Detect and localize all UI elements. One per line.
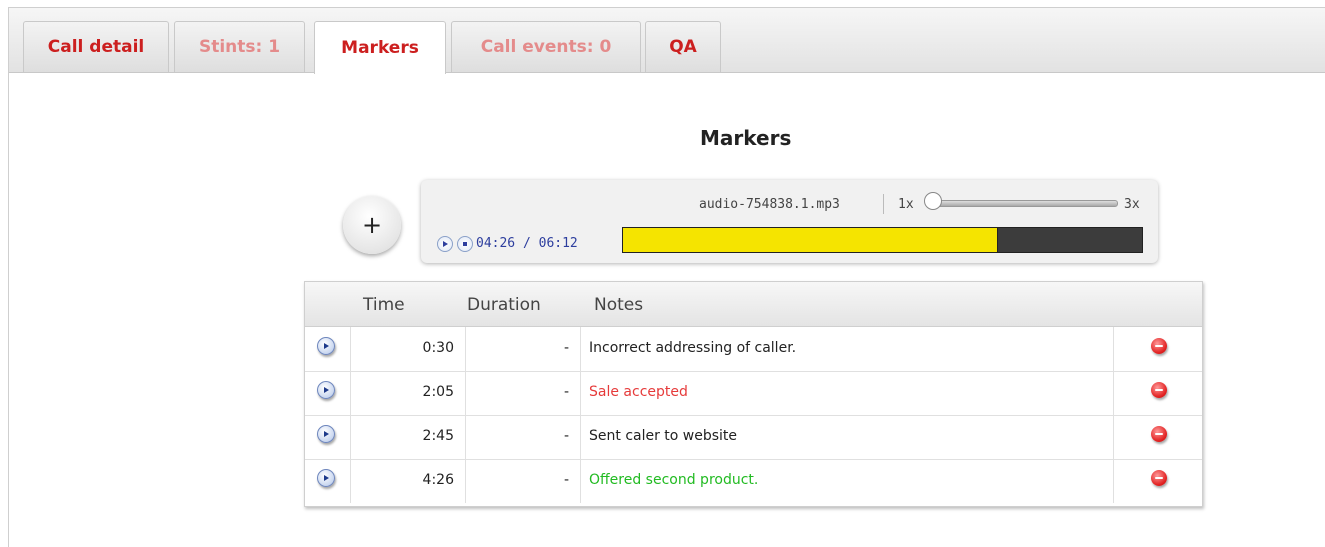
duration-cell: - [465,371,580,415]
tab-markers[interactable]: Markers [314,21,446,74]
marker-duration: - [563,472,569,488]
player-play-button[interactable] [437,236,453,252]
marker-time: 0:30 [422,340,454,356]
delete-cell [1113,327,1201,371]
time-cell: 2:05 [350,371,465,415]
minus-circle-icon[interactable] [1151,426,1167,442]
row-play-cell [305,327,350,371]
play-marker-button[interactable] [317,425,335,443]
tab-label: Markers [341,38,419,58]
audio-filename: audio-754838.1.mp3 [699,197,840,212]
speed-slider[interactable] [929,200,1118,207]
tab-call-detail[interactable]: Call detail [23,21,169,72]
marker-time: 2:45 [422,428,454,444]
player-stop-button[interactable] [457,236,473,252]
row-play-cell [305,459,350,503]
delete-cell [1113,459,1201,503]
play-circle-icon [324,343,329,349]
marker-duration: - [563,428,569,444]
tab-label: Stints: 1 [198,37,281,57]
tab-label: Call events: 0 [480,37,612,57]
speed-min-label: 1x [898,197,914,212]
tab-call-events[interactable]: Call events: 0 [451,21,641,72]
marker-note: Sent caler to website [589,428,738,444]
minus-circle-icon[interactable] [1151,338,1167,354]
time-display: 04:26 / 06:12 [476,236,578,251]
tab-label: Call detail [47,37,145,57]
play-marker-button[interactable] [317,337,335,355]
tab-stints[interactable]: Stints: 1 [174,21,305,72]
speed-slider-handle[interactable] [924,192,942,210]
marker-time: 4:26 [422,472,454,488]
marker-note: Offered second product. [589,472,759,488]
marker-note: Incorrect addressing of caller. [589,340,797,356]
play-circle-icon [324,431,329,437]
duration-cell: - [465,327,580,371]
notes-cell: Sent caler to website [580,415,1113,459]
tab-qa[interactable]: QA [645,21,721,72]
add-marker-button[interactable]: + [343,196,401,254]
marker-note: Sale accepted [589,384,688,400]
play-circle-icon [324,475,329,481]
notes-cell: Sale accepted [580,371,1113,415]
marker-duration: - [563,384,569,400]
progress-bar[interactable] [622,227,1143,253]
duration-cell: - [465,459,580,503]
column-header-time: Time [363,295,405,315]
time-cell: 4:26 [350,459,465,503]
play-circle-icon [324,387,329,393]
time-cell: 2:45 [350,415,465,459]
markers-table: Time Duration Notes 0:30 - Incorrect add… [304,281,1203,507]
time-cell: 0:30 [350,327,465,371]
speed-max-label: 3x [1124,197,1140,212]
divider [883,194,884,214]
play-marker-button[interactable] [317,381,335,399]
tab-bar: Call detail Stints: 1 Markers Call event… [9,8,1325,74]
marker-time: 2:05 [422,384,454,400]
delete-cell [1113,371,1201,415]
delete-cell [1113,415,1201,459]
row-play-cell [305,371,350,415]
table-header: Time Duration Notes [305,282,1202,327]
notes-cell: Offered second product. [580,459,1113,503]
audio-player: audio-754838.1.mp3 1x 3x 04:26 / 06:12 [421,180,1158,263]
play-icon [443,241,448,247]
duration-cell: - [465,415,580,459]
page-title: Markers [700,126,792,150]
table-row: 0:30 - Incorrect addressing of caller. [305,327,1202,372]
table-row: 2:45 - Sent caler to website [305,415,1202,460]
tab-label: QA [669,37,697,57]
row-play-cell [305,415,350,459]
minus-circle-icon[interactable] [1151,470,1167,486]
progress-fill [623,228,998,252]
plus-icon: + [361,211,383,239]
marker-duration: - [563,340,569,356]
table-row: 4:26 - Offered second product. [305,459,1202,503]
minus-circle-icon[interactable] [1151,382,1167,398]
column-header-notes: Notes [594,295,644,315]
notes-cell: Incorrect addressing of caller. [580,327,1113,371]
stop-icon [463,242,467,246]
table-row: 2:05 - Sale accepted [305,371,1202,416]
column-header-duration: Duration [467,295,541,315]
play-marker-button[interactable] [317,469,335,487]
